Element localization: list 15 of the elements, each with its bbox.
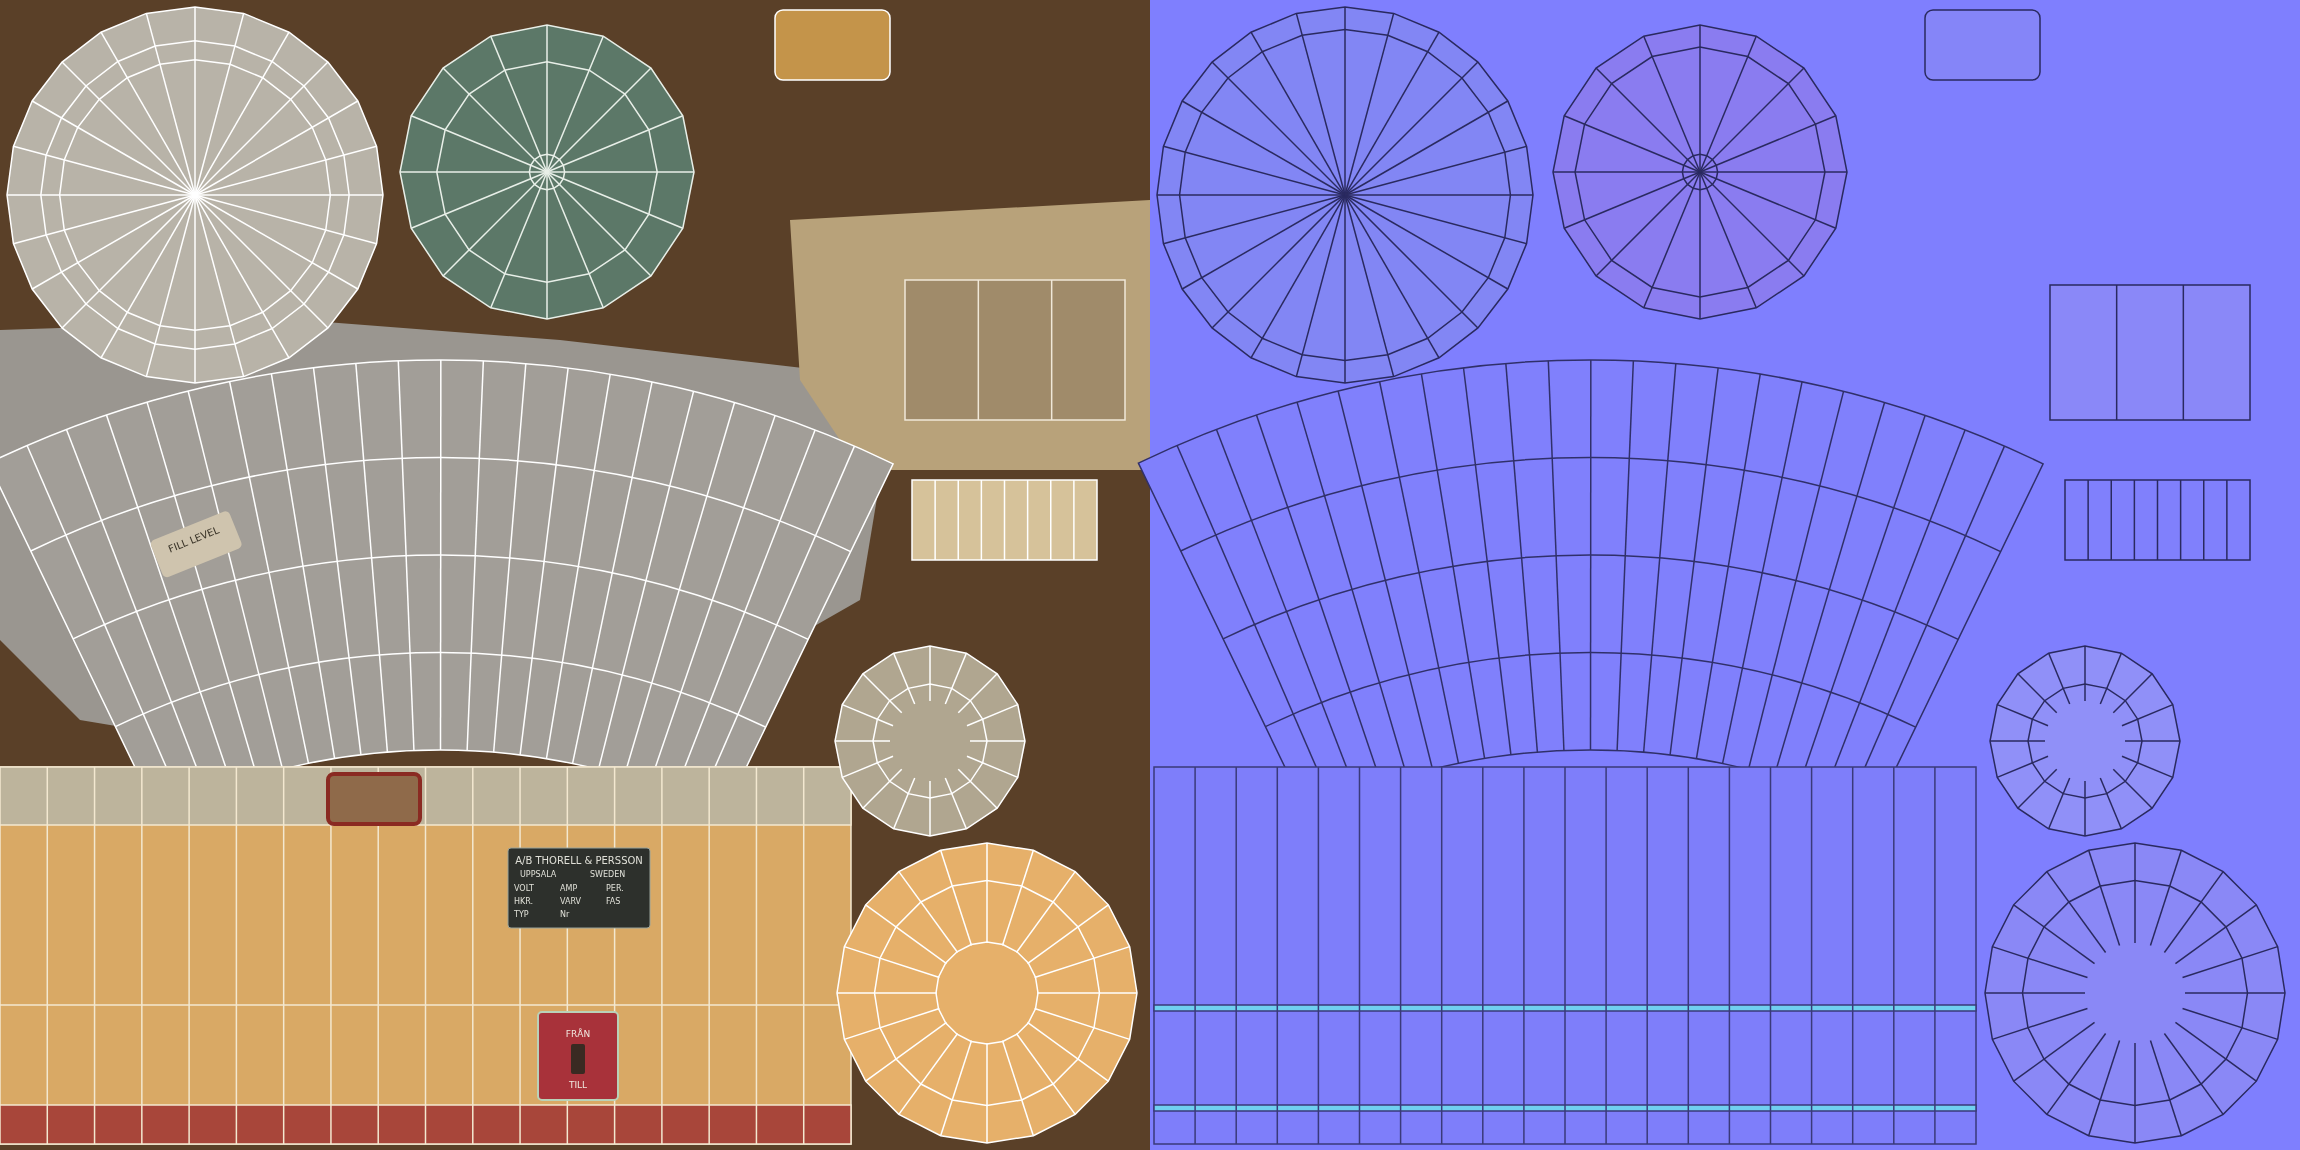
nameplate-field-label: FAS: [606, 897, 621, 906]
sticker-label: FILL LEVEL: [166, 524, 221, 555]
nameplate-field-label: PER.: [606, 884, 624, 893]
switch-slot: [571, 1044, 585, 1074]
nameplate-field-label: HKR.: [514, 897, 534, 906]
switch-label-bottom: TILL: [568, 1080, 588, 1090]
nameplate-field-label: VOLT: [514, 884, 534, 893]
nameplate-city: UPPSALA: [520, 870, 557, 879]
nameplate-field-label: AMP: [560, 884, 578, 893]
nameplate-brand: A/B THORELL & PERSSON: [515, 855, 643, 866]
switch-label-top: FRÅN: [565, 1029, 591, 1039]
nameplate-country: SWEDEN: [590, 870, 626, 879]
nameplate-field-label: VARV: [560, 897, 582, 906]
nameplate-field-label: Nr: [560, 910, 570, 919]
nameplate-field-label: TYP: [514, 910, 529, 919]
